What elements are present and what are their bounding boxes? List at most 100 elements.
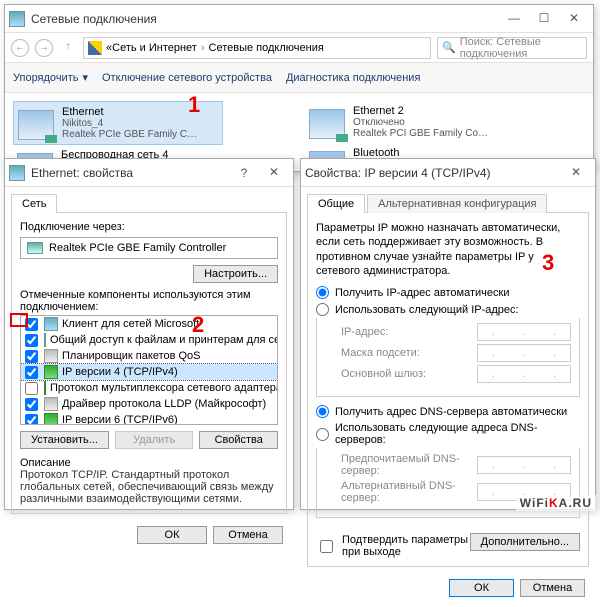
connection-device: Realtek PCI GBE Family Co… xyxy=(353,128,488,139)
components-label: Отмеченные компоненты используются этим … xyxy=(20,289,278,313)
close-button[interactable]: ✕ xyxy=(259,163,289,183)
checkbox[interactable] xyxy=(25,382,38,395)
properties-button[interactable]: Свойства xyxy=(199,431,278,449)
component-icon xyxy=(44,349,58,363)
component-buttons: Установить... Удалить Свойства xyxy=(20,431,278,449)
install-button[interactable]: Установить... xyxy=(20,431,109,449)
radio-dns-manual[interactable]: Использовать следующие адреса DNS-сервер… xyxy=(316,422,580,446)
adapter-name: Realtek PCIe GBE Family Controller xyxy=(49,242,226,254)
maximize-button[interactable]: ☐ xyxy=(529,9,559,29)
explorer-window: Сетевые подключения — ☐ ✕ ← → ↑ « Сеть и… xyxy=(4,4,594,172)
props-titlebar: Ethernet: свойства ? ✕ xyxy=(5,159,293,187)
component-icon xyxy=(44,333,46,347)
checkbox[interactable] xyxy=(25,350,38,363)
up-button[interactable]: ↑ xyxy=(59,39,77,57)
radio[interactable] xyxy=(316,428,329,441)
label-dns2: Альтернативный DNS-сервер: xyxy=(341,480,469,504)
description-text: Протокол TCP/IP. Стандартный протокол гл… xyxy=(20,469,278,505)
connection-info: Ethernet Nikitos_4 Realtek PCIe GBE Fami… xyxy=(62,106,197,140)
close-button[interactable]: ✕ xyxy=(559,9,589,29)
radio[interactable] xyxy=(316,303,329,316)
checkbox[interactable] xyxy=(25,366,38,379)
cancel-button[interactable]: Отмена xyxy=(520,579,585,597)
component-icon xyxy=(44,365,58,379)
connection-status: Отключено xyxy=(353,117,488,128)
cmd-diagnose[interactable]: Диагностика подключения xyxy=(286,72,420,84)
annotation-3: 3 xyxy=(542,250,554,276)
connection-name: Ethernet 2 xyxy=(353,105,488,117)
radio[interactable] xyxy=(316,405,329,418)
ipv4-title: Свойства: IP версии 4 (TCP/IPv4) xyxy=(305,166,561,180)
explorer-title: Сетевые подключения xyxy=(31,12,499,26)
component-icon xyxy=(44,397,58,411)
radio-dns-auto[interactable]: Получить адрес DNS-сервера автоматически xyxy=(316,405,580,418)
props-panel: Подключение через: Realtek PCIe GBE Fami… xyxy=(11,213,287,514)
connection-device: Realtek PCIe GBE Family C… xyxy=(62,129,197,140)
window-buttons: — ☐ ✕ xyxy=(499,9,589,29)
minimize-button[interactable]: — xyxy=(499,9,529,29)
tab-general[interactable]: Общие xyxy=(307,194,365,213)
checkbox[interactable] xyxy=(25,398,38,411)
dialog-buttons: ОК Отмена xyxy=(5,520,293,554)
label-mask: Маска подсети: xyxy=(341,347,469,359)
crumb-1[interactable]: Сеть и Интернет xyxy=(112,42,197,54)
command-bar: Упорядочить▾ Отключение сетевого устройс… xyxy=(5,63,593,93)
ip-fields-group: IP-адрес:... Маска подсети:... Основной … xyxy=(316,318,580,397)
list-item[interactable]: Протокол мультиплексора сетевого адаптер… xyxy=(21,380,277,396)
label-dns1: Предпочитаемый DNS-сервер: xyxy=(341,453,469,477)
tab-alternate[interactable]: Альтернативная конфигурация xyxy=(367,194,547,213)
ok-button[interactable]: ОК xyxy=(137,526,207,544)
chevron-down-icon: ▾ xyxy=(82,71,88,84)
crumb-2[interactable]: Сетевые подключения xyxy=(209,42,324,54)
cancel-button[interactable]: Отмена xyxy=(213,526,283,544)
configure-button[interactable]: Настроить... xyxy=(193,265,278,283)
help-button[interactable]: ? xyxy=(229,166,259,180)
list-item[interactable]: Планировщик пакетов QoS xyxy=(21,348,277,364)
adapter-icon xyxy=(27,242,43,254)
ipv4-titlebar: Свойства: IP версии 4 (TCP/IPv4) ✕ xyxy=(301,159,595,187)
cmd-disable[interactable]: Отключение сетевого устройства xyxy=(102,72,272,84)
label-gateway: Основной шлюз: xyxy=(341,368,469,380)
label-ip: IP-адрес: xyxy=(341,326,469,338)
input-dns1: ... xyxy=(477,456,571,474)
close-button[interactable]: ✕ xyxy=(561,163,591,183)
ipv4-properties-dialog: Свойства: IP версии 4 (TCP/IPv4) ✕ Общие… xyxy=(300,158,596,510)
back-button[interactable]: ← xyxy=(11,39,29,57)
radio-ip-auto[interactable]: Получить IP-адрес автоматически xyxy=(316,286,580,299)
ipv4-buttons: ОК Отмена xyxy=(301,573,595,607)
shield-icon xyxy=(88,41,102,55)
address-bar: ← → ↑ « Сеть и Интернет › Сетевые подклю… xyxy=(5,33,593,63)
adapter-display: Realtek PCIe GBE Family Controller xyxy=(20,237,278,259)
advanced-button[interactable]: Дополнительно... xyxy=(470,533,580,551)
props-tabs: Сеть xyxy=(11,193,287,213)
forward-button[interactable]: → xyxy=(35,39,53,57)
nic-icon xyxy=(18,110,54,140)
tab-network[interactable]: Сеть xyxy=(11,194,57,213)
search-placeholder: Поиск: Сетевые подключения xyxy=(460,36,582,60)
network-icon xyxy=(9,165,25,181)
input-ip: ... xyxy=(477,323,571,341)
breadcrumb[interactable]: « Сеть и Интернет › Сетевые подключения xyxy=(83,37,431,59)
checkbox[interactable] xyxy=(25,334,38,347)
ok-button[interactable]: ОК xyxy=(449,579,514,597)
radio-ip-manual[interactable]: Использовать следующий IP-адрес: xyxy=(316,303,580,316)
checkbox[interactable] xyxy=(320,540,333,553)
components-list[interactable]: Клиент для сетей Microsoft Общий доступ … xyxy=(20,315,278,425)
props-title: Ethernet: свойства xyxy=(31,166,229,180)
list-item-ipv4[interactable]: IP версии 4 (TCP/IPv4) xyxy=(21,364,277,380)
chevron-right-icon: › xyxy=(201,42,205,54)
nic-icon xyxy=(309,109,345,139)
search-input[interactable]: 🔍 Поиск: Сетевые подключения xyxy=(437,37,587,59)
checkbox[interactable] xyxy=(25,414,38,426)
ethernet-properties-dialog: Ethernet: свойства ? ✕ Сеть Подключение … xyxy=(4,158,294,510)
description-heading: Описание xyxy=(20,457,278,469)
list-item[interactable]: Драйвер протокола LLDP (Майкрософт) xyxy=(21,396,277,412)
list-item[interactable]: Клиент для сетей Microsoft xyxy=(21,316,277,332)
watermark: WiFiKA.RU xyxy=(516,495,596,511)
confirm-checkbox[interactable]: Подтвердить параметры при выходе xyxy=(316,534,470,558)
connection-ethernet2[interactable]: Ethernet 2 Отключено Realtek PCI GBE Fam… xyxy=(305,101,515,143)
list-item[interactable]: IP версии 6 (TCP/IPv6) xyxy=(21,412,277,425)
radio[interactable] xyxy=(316,286,329,299)
list-item[interactable]: Общий доступ к файлам и принтерам для се… xyxy=(21,332,277,348)
cmd-organize[interactable]: Упорядочить▾ xyxy=(13,71,88,84)
